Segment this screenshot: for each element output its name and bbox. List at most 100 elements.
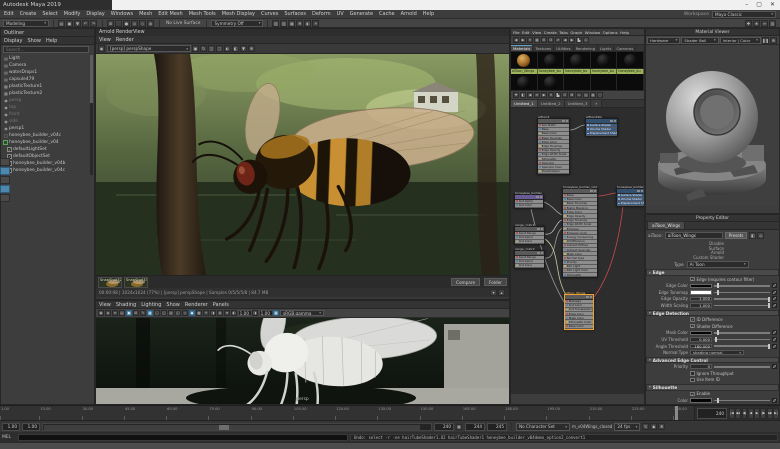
snap-to-point-icon[interactable]: ● (123, 20, 130, 27)
slider-mask-color[interactable] (714, 332, 770, 334)
checkbox-use-item-id[interactable] (690, 378, 695, 383)
textured-icon[interactable]: ▩ (196, 310, 202, 316)
slider-handle[interactable] (768, 344, 770, 349)
step-back-key-button[interactable]: ◀| (742, 408, 748, 419)
hypershade-menu-edit[interactable]: Edit (522, 30, 530, 35)
value-field-edge-opacity[interactable]: 1.000 (690, 297, 712, 302)
play-backwards-button[interactable]: ◀ (748, 408, 754, 419)
outliner-scrollbar[interactable] (90, 55, 93, 175)
renderview-menu-view[interactable]: View (99, 37, 111, 43)
play-forwards-button[interactable]: ▶ (754, 408, 760, 419)
checkbox-enable[interactable]: ✓ (690, 392, 695, 397)
checkbox-shader-difference[interactable]: ✓ (690, 324, 695, 329)
output-connections-icon[interactable]: ▶ (569, 37, 575, 43)
snapshot-thumbnail[interactable]: SnapShot33 (124, 277, 148, 288)
graph-materials-icon[interactable]: ▦ (534, 37, 540, 43)
viewport-menu-renderer[interactable]: Renderer (185, 302, 208, 308)
expand-log-icon[interactable]: ▴ (498, 289, 505, 296)
snapshot-icon[interactable]: ▣ (192, 45, 199, 52)
connected-mode-icon[interactable]: ▤ (583, 92, 589, 98)
node-expand-icon[interactable] (594, 190, 597, 193)
show-hide-icon[interactable]: ◧ (749, 232, 756, 239)
slider-priority[interactable] (714, 366, 770, 368)
tool-settings-icon[interactable]: ▥ (769, 20, 776, 27)
attr-port-icon[interactable] (564, 274, 566, 276)
maximize-button[interactable]: ▢ (756, 2, 762, 8)
menu-display[interactable]: Display (86, 11, 104, 17)
checkbox-edge-requires-contour-filter[interactable]: ✓ (690, 277, 695, 282)
attr-port-icon[interactable] (564, 228, 566, 230)
attr-port-icon[interactable] (539, 128, 541, 130)
grid-icon[interactable]: ▦ (147, 310, 153, 316)
grease-pencil-icon[interactable]: ✎ (140, 310, 146, 316)
attr-port-icon[interactable] (539, 124, 541, 126)
show-both-icon[interactable]: ⇄ (534, 92, 540, 98)
hypershade-icon[interactable]: ◐ (304, 20, 311, 27)
frame-selected-icon[interactable]: ⊠ (569, 92, 575, 98)
undo-icon[interactable]: ↶ (82, 20, 89, 27)
slider-color[interactable] (714, 400, 770, 402)
hypershade-tab-utilities[interactable]: Utilities (554, 45, 573, 51)
snap-to-curve-icon[interactable]: ⌒ (115, 20, 122, 27)
outliner-item-honeybee-builder-v04c[interactable]: □honeybee_builder_v04c (3, 132, 94, 139)
input-output-connections-icon[interactable]: ⇄ (555, 37, 561, 43)
search-icon[interactable]: ○ (597, 92, 603, 98)
material-swatch[interactable] (591, 52, 618, 69)
outliner-item-plastictexture1[interactable]: ▩plasticTexture1 (3, 83, 94, 90)
presets-button[interactable]: Presets (725, 232, 748, 239)
snap-to-view-plane-icon[interactable]: ◇ (139, 20, 146, 27)
color-swatch-color[interactable] (690, 398, 712, 403)
step-back-frame-button[interactable]: ◀◀ (735, 408, 741, 419)
outliner-menu-display[interactable]: Display (4, 38, 22, 44)
map-texture-icon[interactable] (772, 303, 777, 308)
slider-angle-threshold[interactable] (714, 345, 770, 347)
attr-port-icon[interactable] (564, 249, 566, 251)
attr-port-icon[interactable] (564, 270, 566, 272)
attr-port-icon[interactable] (618, 198, 620, 200)
attr-port-icon[interactable] (566, 317, 568, 319)
render-current-frame-icon[interactable]: ▧ (272, 20, 279, 27)
collapse-arrow-icon[interactable]: ▾ (649, 271, 651, 275)
rearrange-icon[interactable]: ▙ (555, 92, 561, 98)
time-slider-ticks[interactable]: 1.0015.0030.0045.0060.0075.0090.00105.00… (0, 406, 695, 421)
menu-curves[interactable]: Curves (261, 11, 278, 17)
attr-port-icon[interactable] (564, 194, 566, 196)
ipr-render-icon[interactable]: ▨ (280, 20, 287, 27)
material-swatch[interactable] (511, 52, 538, 69)
attr-port-icon[interactable] (564, 203, 566, 205)
viewport-menu-view[interactable]: View (99, 302, 111, 308)
viewport-menu-shading[interactable]: Shading (116, 302, 136, 308)
redo-icon[interactable]: ↷ (90, 20, 97, 27)
display-settings-icon[interactable]: ✻ (248, 45, 255, 52)
material-swatch[interactable] (617, 74, 644, 91)
hypershade-menu-create[interactable]: Create (544, 30, 557, 35)
fps-dropdown[interactable]: 24 fps▾ (614, 423, 640, 431)
node-expand-icon[interactable] (541, 228, 544, 231)
slider-handle[interactable] (717, 283, 719, 288)
value-field-width-scaling[interactable]: 1.000 (690, 303, 712, 308)
shader-node-honeybee-builder-v04c-aitoon-wings[interactable]: honeybee_builder_v04c:aiToon_WingsBaseBa… (562, 188, 598, 278)
outliner-item-camera[interactable]: ▤Camera (3, 62, 94, 69)
attr-port-icon[interactable] (566, 313, 568, 315)
node-attr-row[interactable]: Out Color (515, 264, 544, 268)
select-camera-icon[interactable]: ◉ (98, 310, 104, 316)
playback-options-icon[interactable]: ↻ (642, 423, 649, 430)
range-slider-handle[interactable] (219, 425, 229, 430)
menu-select[interactable]: Select (42, 11, 57, 17)
time-slider[interactable]: 1.0015.0030.0045.0060.0075.0090.00105.00… (0, 405, 780, 420)
make-live-icon[interactable]: ◍ (147, 20, 154, 27)
material-swatch[interactable] (617, 52, 644, 69)
attr-port-icon[interactable] (564, 211, 566, 213)
attr-port-icon[interactable] (587, 124, 589, 126)
attr-port-icon[interactable] (539, 149, 541, 151)
shadows-icon[interactable]: ◑ (210, 310, 216, 316)
go-to-end-button[interactable]: ▶| (773, 408, 779, 419)
current-frame-marker[interactable] (675, 406, 678, 421)
debug-shading-icon[interactable]: ◐ (224, 45, 231, 52)
outliner-item-light[interactable]: ▤Light (3, 55, 94, 62)
checkbox-id-difference[interactable]: ✓ (690, 317, 695, 322)
hypershade-tab-lights[interactable]: Lights (598, 45, 614, 51)
collapse-log-icon[interactable]: ▾ (490, 289, 497, 296)
viewport-menu-lighting[interactable]: Lighting (141, 302, 161, 308)
outliner-item-top[interactable]: ◉top (3, 104, 94, 111)
